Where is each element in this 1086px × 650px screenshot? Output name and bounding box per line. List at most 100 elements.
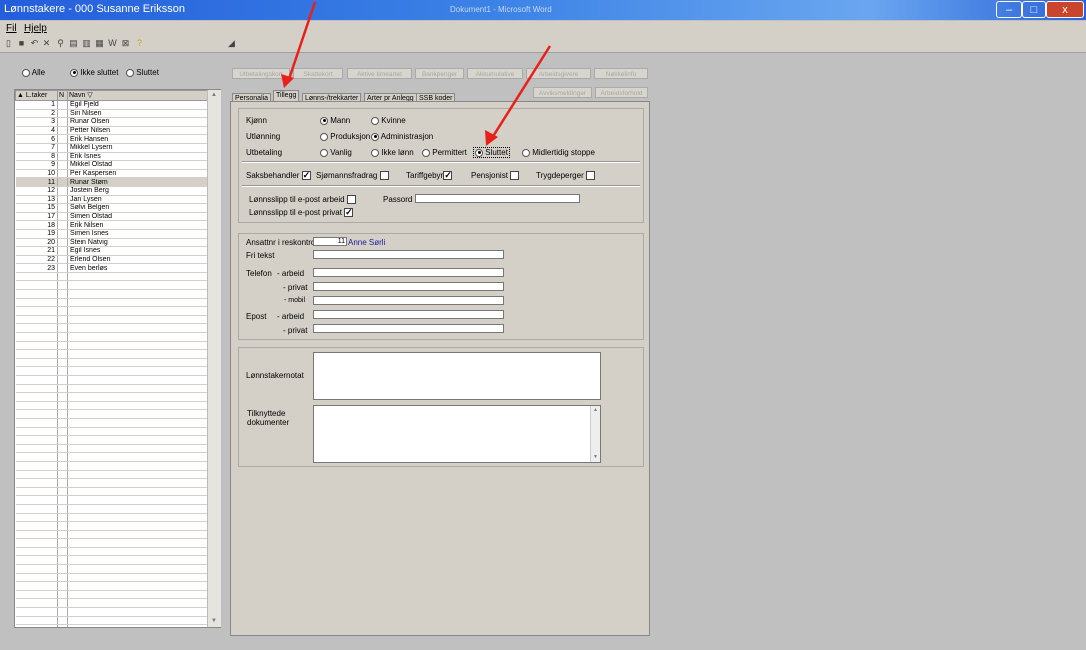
table-row[interactable] (15, 478, 209, 488)
column-employee-id[interactable]: ▲ L.taker (15, 90, 58, 101)
tariff-fee[interactable]: Tariffgebyr✓ (406, 171, 453, 181)
free-text-input[interactable] (313, 250, 504, 259)
table-row[interactable] (15, 452, 209, 462)
maximize-button[interactable]: □ (1022, 1, 1046, 18)
table-row[interactable] (15, 298, 209, 308)
table-row[interactable] (15, 581, 209, 591)
email-slip-private-checkbox[interactable]: ✓ (344, 208, 354, 218)
table-row[interactable]: 4 Petter Nilsen (15, 126, 209, 136)
employee-note-textarea[interactable] (313, 352, 601, 400)
table-row[interactable] (15, 401, 209, 411)
account-name[interactable]: Anne Sørli (348, 238, 385, 247)
table-row[interactable]: 21 Egil Isnes (15, 246, 209, 256)
table-row[interactable] (15, 607, 209, 617)
linked-documents-box[interactable]: ▲ ▼ (313, 405, 601, 463)
table-row[interactable] (15, 341, 209, 351)
print-icon[interactable]: ▤ (69, 39, 78, 48)
table-row[interactable] (15, 272, 209, 282)
seaman-deduction[interactable]: Sjømannsfradrag (316, 171, 389, 181)
table-row[interactable]: 23 Even berløs (15, 263, 209, 273)
email-work-input[interactable] (313, 310, 504, 319)
column-name[interactable]: Navn ▽ (67, 90, 209, 101)
gender-female-radio[interactable] (371, 116, 379, 125)
table-row[interactable] (15, 280, 209, 291)
table-row[interactable]: 7 Mikkel Lysern (15, 143, 209, 153)
case-handler-checkbox[interactable]: ✓ (301, 171, 311, 181)
gender-female[interactable]: Kvinne (371, 116, 406, 125)
payout-temp-stop-radio[interactable] (522, 148, 530, 157)
table-row[interactable] (15, 358, 209, 368)
payout-normal-radio[interactable] (320, 148, 328, 157)
table-row[interactable]: 19 Simen Isnes (15, 229, 209, 239)
minimize-button[interactable]: – (996, 1, 1022, 18)
insurance-money-checkbox[interactable] (585, 171, 595, 181)
key-info-button[interactable]: Nøkkelinfo (594, 68, 648, 79)
table-row[interactable] (15, 375, 209, 385)
email-slip-private[interactable]: Lønnsslipp til e-post privat ✓ (249, 208, 354, 218)
table-row[interactable] (15, 624, 209, 627)
lending-production-radio[interactable] (320, 132, 328, 141)
undo-icon[interactable]: ↶ (30, 39, 39, 48)
table-row[interactable] (15, 306, 209, 316)
active-timetypes-button[interactable]: Aktive timeartet (347, 68, 412, 79)
save-icon[interactable]: ■ (17, 39, 26, 48)
payout-no-pay[interactable]: Ikke lønn (371, 148, 414, 157)
payout-no-pay-radio[interactable] (371, 148, 379, 157)
copy-icon[interactable]: ▦ (95, 39, 104, 48)
table-row[interactable] (15, 332, 209, 342)
list-scrollbar[interactable]: ▲ ▼ (207, 90, 221, 627)
table-row[interactable] (15, 315, 209, 325)
table-row[interactable] (15, 409, 209, 419)
phone-mobile-input[interactable] (313, 296, 504, 305)
filter-active[interactable]: Ikke sluttet (70, 68, 118, 77)
lending-production[interactable]: Produksjon (320, 132, 370, 141)
seaman-deduction-checkbox[interactable] (379, 171, 389, 181)
gender-male-radio[interactable] (320, 116, 328, 125)
payout-laid-off-radio[interactable] (422, 148, 430, 157)
table-row[interactable]: 18 Erik Nilsen (15, 220, 209, 230)
table-row[interactable] (15, 555, 209, 566)
table-row[interactable] (15, 427, 209, 437)
table-row[interactable] (15, 384, 209, 394)
payout-normal[interactable]: Vanlig (320, 148, 352, 157)
help-icon[interactable]: ? (135, 39, 144, 48)
table-row[interactable] (15, 573, 209, 583)
account-number-input[interactable]: 11 (313, 237, 347, 246)
pensioner-checkbox[interactable] (510, 171, 520, 181)
table-row[interactable] (15, 470, 209, 480)
scroll-up-icon[interactable]: ▲ (593, 407, 598, 413)
table-row[interactable] (15, 513, 209, 523)
email-slip-work-checkbox[interactable] (346, 195, 356, 205)
excel-icon[interactable]: ⊠ (121, 39, 130, 48)
table-row[interactable] (15, 487, 209, 497)
table-row[interactable]: 17 Simen Olstad (15, 212, 209, 222)
table-row[interactable] (15, 366, 209, 376)
table-row[interactable] (15, 444, 209, 454)
table-row[interactable] (15, 461, 209, 471)
close-button[interactable]: x (1046, 1, 1084, 18)
payout-laid-off[interactable]: Permittert (422, 148, 467, 157)
table-row[interactable] (15, 521, 209, 531)
table-row[interactable] (15, 530, 209, 540)
pensioner[interactable]: Pensjonist (471, 171, 520, 181)
filter-all[interactable]: Alle (22, 68, 45, 77)
table-row[interactable]: 13 Jan Lysen (15, 195, 209, 205)
scroll-up-icon[interactable]: ▲ (211, 92, 217, 98)
lending-admin[interactable]: Administrasjon (371, 132, 433, 141)
table-row[interactable]: 10 Per Kaspersen (15, 169, 209, 179)
table-row[interactable] (15, 564, 209, 574)
table-row[interactable]: 20 Stein Natvig (15, 238, 209, 248)
table-row[interactable]: 1 Egil Fjeld (15, 100, 209, 110)
table-row[interactable] (15, 598, 209, 609)
table-row[interactable] (15, 418, 209, 428)
gender-male[interactable]: Mann (320, 116, 350, 125)
table-row[interactable]: 2 Siri Nilsen (15, 109, 209, 119)
table-row[interactable]: 3 Runar Olsen (15, 117, 209, 127)
table-row[interactable] (15, 547, 209, 557)
scroll-down-icon[interactable]: ▼ (593, 454, 598, 460)
table-row[interactable] (15, 289, 209, 299)
menu-file[interactable]: Fil (6, 23, 17, 34)
table-row[interactable]: 11 Runar Støm (15, 177, 209, 187)
table-row[interactable] (15, 538, 209, 548)
employee-list[interactable]: ▲ L.taker N Navn ▽ 1 Egil Fjeld 2 Siri Nils… (14, 89, 221, 628)
